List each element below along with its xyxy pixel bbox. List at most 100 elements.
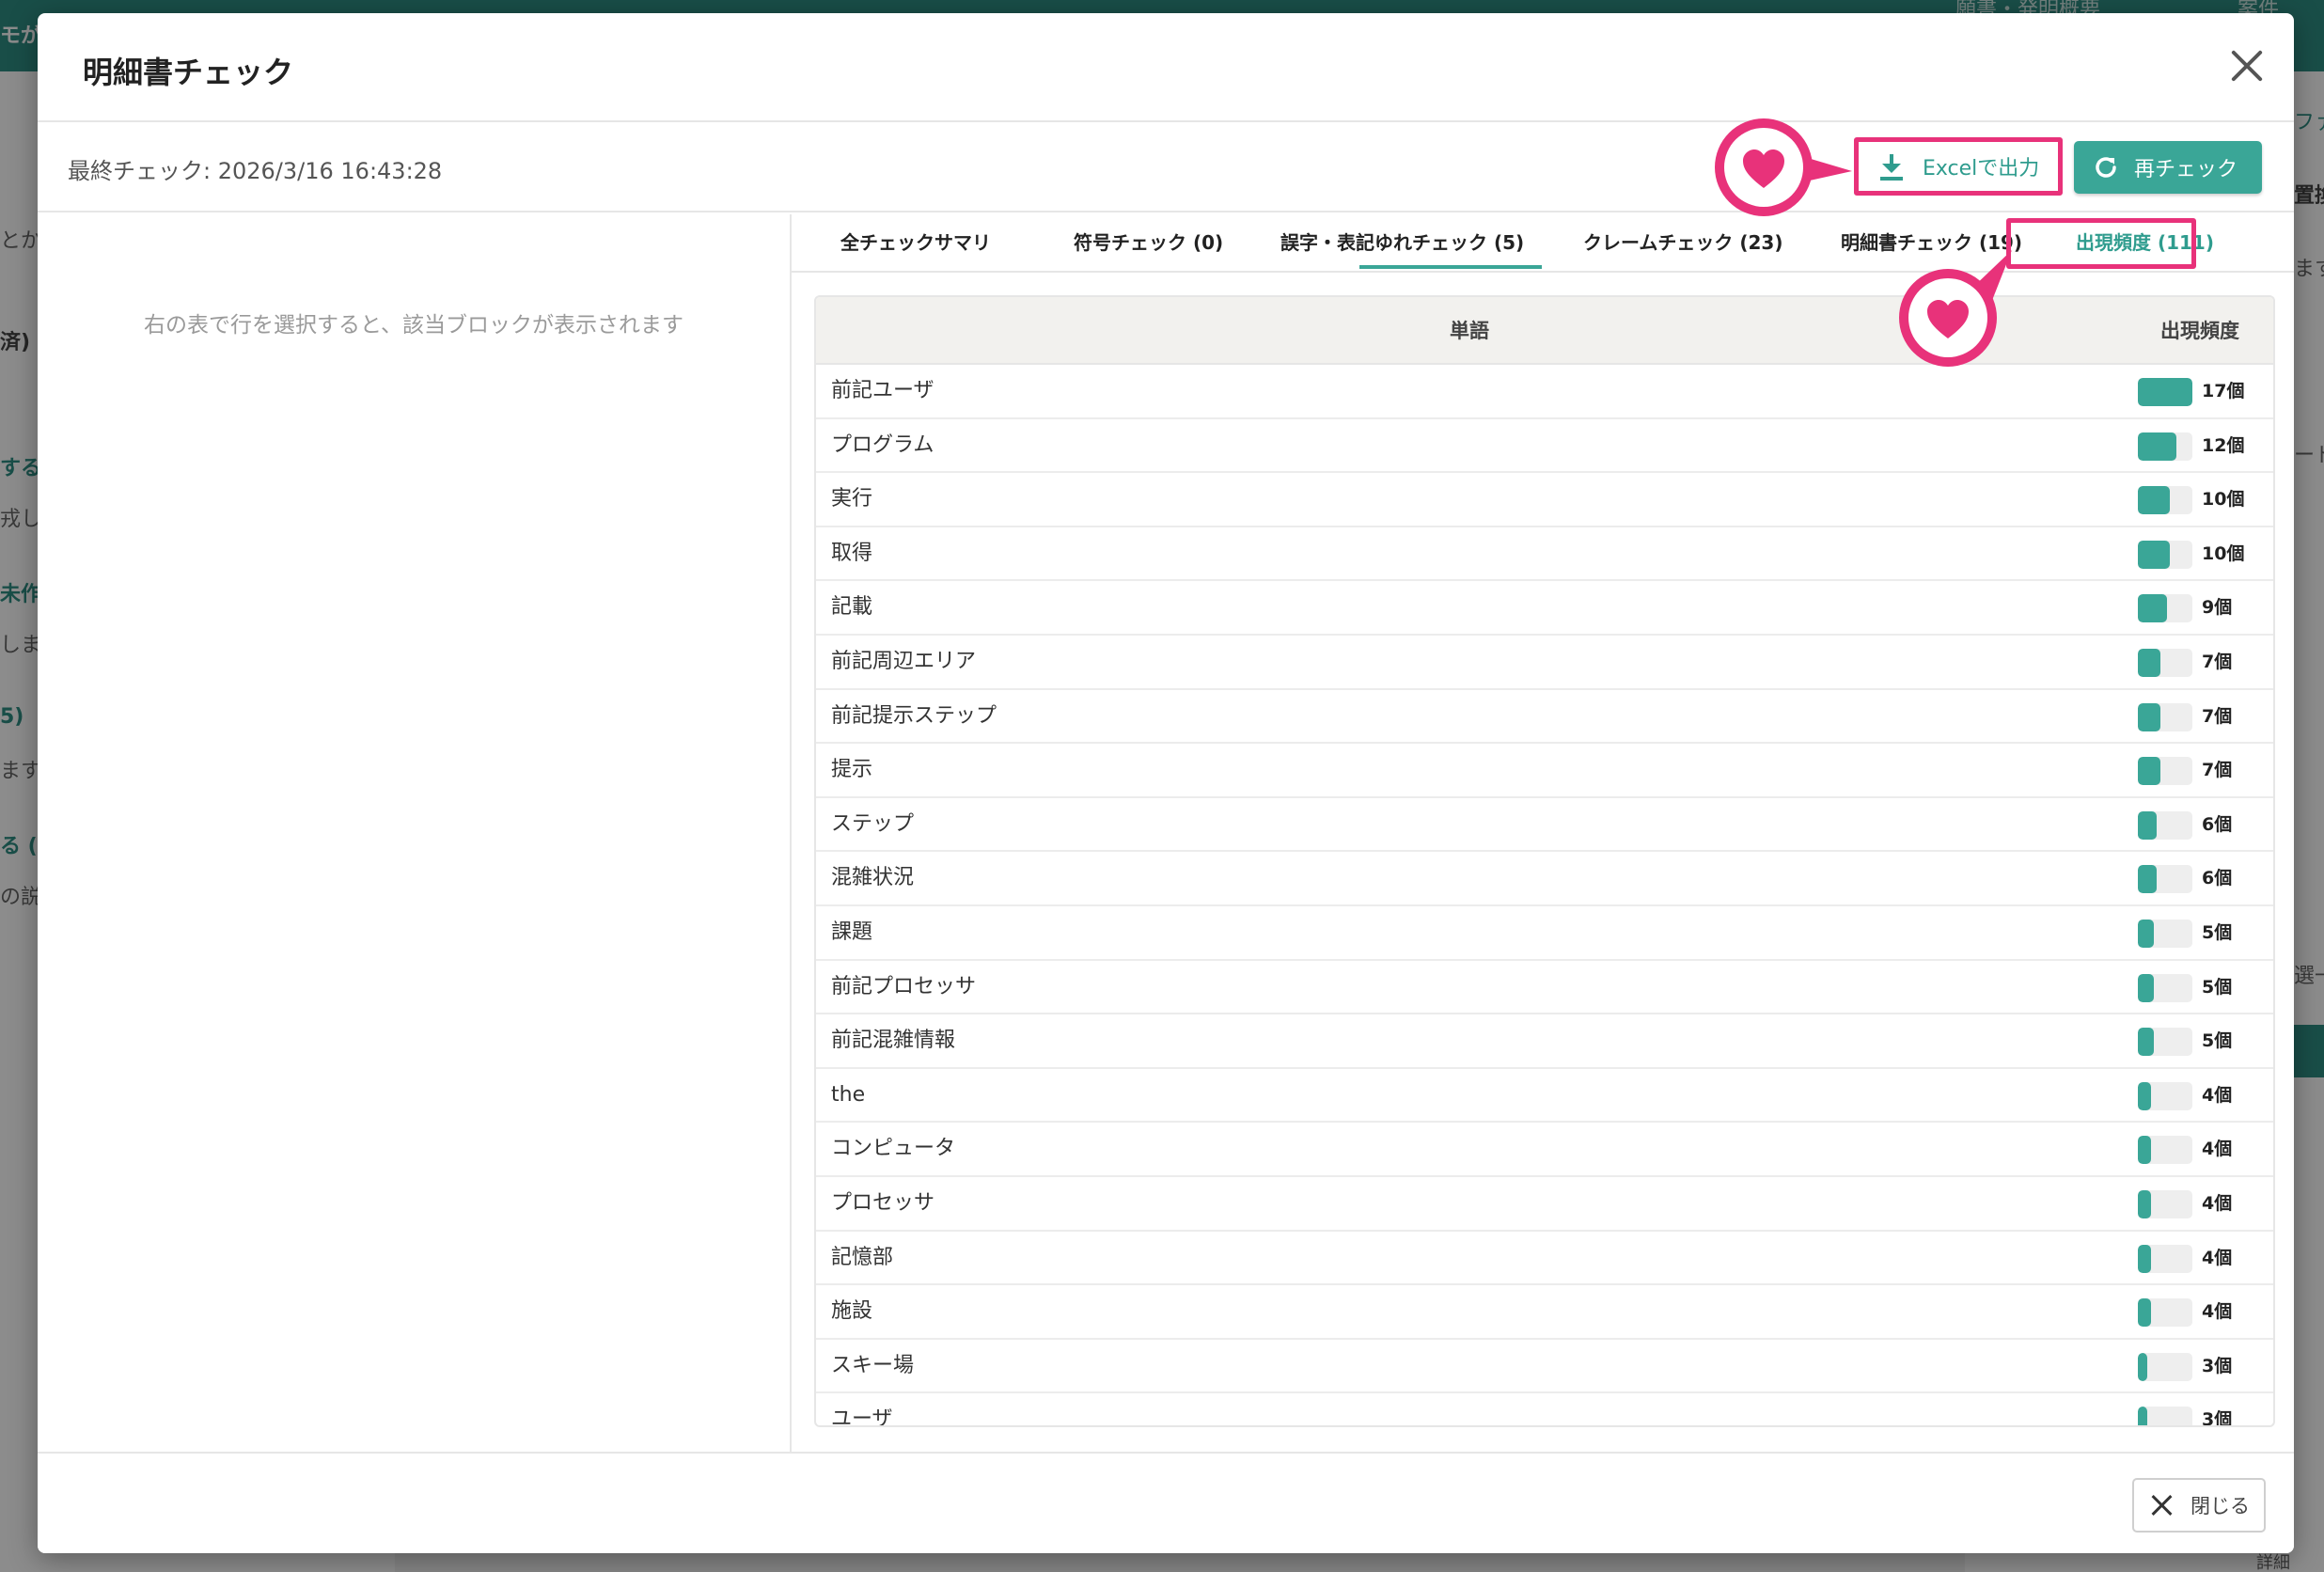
word-cell: 記憶部 [831,1245,894,1269]
close-icon[interactable] [2221,41,2273,94]
table-row[interactable]: 記憶部 4個 [816,1232,2273,1286]
frequency-bar [2138,1081,2192,1110]
frequency-bar [2138,648,2192,677]
frequency-bar-fill [2138,1407,2147,1425]
frequency-bar-fill [2138,594,2167,623]
table-row[interactable]: 前記周辺エリア 7個 [816,636,2273,690]
count-cell: 6個 [2202,813,2233,835]
word-cell: 取得 [831,541,873,565]
word-cell: the [831,1082,866,1107]
frequency-bar-fill [2138,1298,2151,1328]
word-cell: 前記ユーザ [831,379,934,402]
refresh-icon [2093,154,2119,181]
last-check-timestamp: 最終チェック: 2026/3/16 16:43:28 [68,158,443,184]
frequency-bar [2138,486,2192,515]
table-row[interactable]: 実行 10個 [816,473,2273,527]
tab-typo-check[interactable]: 誤字・表記ゆれチェック (5) [1280,214,1524,273]
panel-divider [790,214,792,1465]
dialog-header: 明細書チェック [38,13,2294,122]
frequency-bar-fill [2138,973,2154,1002]
dialog-footer: 閉じる [38,1452,2294,1553]
table-row[interactable]: ユーザ 3個 [816,1393,2273,1427]
word-cell: 混雑状況 [831,866,915,890]
table-row[interactable]: スキー場 3個 [816,1340,2273,1394]
word-cell: ステップ [831,811,915,836]
word-cell: コンピュータ [831,1137,956,1161]
frequency-bar [2138,594,2192,623]
frequency-bar [2138,973,2192,1002]
table-row[interactable]: プログラム 12個 [816,419,2273,474]
frequency-bar-fill [2138,1189,2151,1218]
recheck-label: 再チェック [2134,158,2238,181]
table-row[interactable]: ステップ 6個 [816,798,2273,853]
frequency-bar-fill [2138,378,2192,406]
count-cell: 4個 [2202,1247,2233,1268]
heart-marker-icon [1899,250,2012,367]
count-cell: 10個 [2202,542,2245,564]
table-row[interactable]: 提示 7個 [816,744,2273,798]
count-cell: 4個 [2202,1084,2233,1106]
word-cell: 前記混雑情報 [831,1029,956,1053]
frequency-bar-fill [2138,1028,2154,1057]
table-row[interactable]: 施設 4個 [816,1285,2273,1340]
export-excel-button[interactable]: Excelで出力 [1854,137,2063,196]
frequency-bar-fill [2138,1136,2151,1165]
word-cell: プログラム [831,432,934,457]
count-cell: 4個 [2202,1192,2233,1214]
table-row[interactable]: the 4個 [816,1069,2273,1124]
tab-summary[interactable]: 全チェックサマリ [840,214,991,273]
word-cell: 前記プロセッサ [831,974,977,998]
table-row[interactable]: プロセッサ 4個 [816,1177,2273,1232]
frequency-bar [2138,378,2192,406]
table-row[interactable]: 課題 5個 [816,906,2273,961]
tab-claim-check[interactable]: クレームチェック (23) [1583,214,1782,273]
frequency-bar-fill [2138,540,2170,569]
table-row[interactable]: 前記混雑情報 5個 [816,1014,2273,1069]
table-row[interactable]: 前記ユーザ 17個 [816,365,2273,419]
word-cell: 記載 [831,595,873,620]
table-row[interactable]: 記載 9個 [816,581,2273,636]
word-cell: 実行 [831,487,873,511]
recheck-button[interactable]: 再チェック [2074,141,2262,194]
frequency-bar [2138,432,2192,461]
close-button[interactable]: 閉じる [2132,1478,2266,1533]
word-cell: 前記周辺エリア [831,649,977,673]
count-cell: 3個 [2202,1355,2233,1376]
frequency-bar-fill [2138,648,2160,677]
table-header: 単語 出現頻度 [816,297,2273,365]
count-cell: 12個 [2202,434,2245,456]
count-cell: 9個 [2202,597,2233,619]
count-cell: 5個 [2202,976,2233,998]
count-cell: 7個 [2202,651,2233,672]
block-preview-hint: 右の表で行を選択すると、該当ブロックが表示されます [143,313,684,338]
word-cell: プロセッサ [831,1190,935,1215]
highlight-box [2006,218,2196,269]
table-row[interactable]: 前記提示ステップ 7個 [816,690,2273,745]
frequency-bar-fill [2138,702,2160,731]
export-excel-label: Excelで出力 [1923,157,2040,181]
tab-reference-sign-check[interactable]: 符号チェック (0) [1074,214,1223,273]
frequency-bar-fill [2138,486,2170,515]
count-cell: 4個 [2202,1301,2233,1323]
count-cell: 6個 [2202,868,2233,889]
frequency-bar [2138,865,2192,894]
table-row[interactable]: 取得 10個 [816,527,2273,582]
close-button-label: 閉じる [2191,1495,2250,1517]
close-icon [2151,1494,2174,1517]
word-cell: 提示 [831,758,873,782]
word-cell: 施設 [831,1299,873,1324]
table-row[interactable]: コンピュータ 4個 [816,1123,2273,1177]
frequency-bar [2138,919,2192,948]
frequency-bar [2138,1136,2192,1165]
count-cell: 3個 [2202,1409,2233,1427]
count-cell: 7個 [2202,760,2233,781]
frequency-bar [2138,1298,2192,1328]
count-cell: 5個 [2202,1030,2233,1052]
frequency-bar-fill [2138,432,2176,461]
frequency-bar [2138,1352,2192,1381]
frequency-bar [2138,810,2192,840]
table-row[interactable]: 前記プロセッサ 5個 [816,961,2273,1015]
table-row[interactable]: 混雑状況 6個 [816,852,2273,906]
frequency-bar [2138,757,2192,786]
count-cell: 10個 [2202,489,2245,511]
